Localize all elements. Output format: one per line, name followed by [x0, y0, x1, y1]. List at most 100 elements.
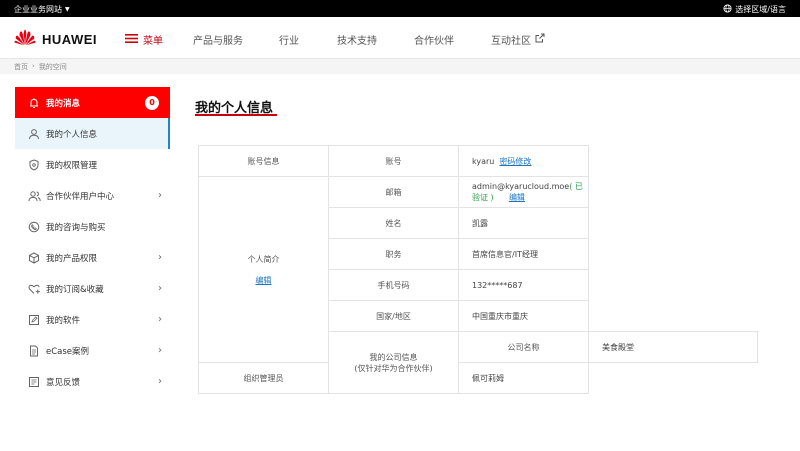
sidebar-item-personal-info[interactable]: 我的个人信息	[15, 118, 170, 149]
region-label: 选择区域/语言	[735, 5, 786, 14]
sidebar-item-software[interactable]: 我的软件 ›	[15, 304, 170, 335]
account-value: kyaru	[472, 156, 495, 166]
edit-profile-link[interactable]: 编辑	[199, 275, 328, 286]
sidebar-item-partner-users[interactable]: 合作伙伴用户中心 ›	[15, 180, 170, 211]
phone-label: 手机号码	[328, 269, 459, 301]
nav-community[interactable]: 互动社区	[491, 32, 545, 47]
sidebar-item-feedback[interactable]: 意见反馈 ›	[15, 366, 170, 397]
company-name-value: 美食殿堂	[588, 331, 758, 363]
sidebar-item-label: 我的个人信息	[46, 129, 98, 140]
sidebar-item-messages[interactable]: 我的消息 0	[15, 87, 170, 118]
heart-plus-icon	[27, 282, 41, 296]
email-value-cell: admin@kyarucloud.moe( 已验证 ) 编辑	[458, 176, 589, 208]
region-language-selector[interactable]: 选择区域/语言	[723, 4, 786, 15]
sidebar-item-label: 我的软件	[46, 315, 81, 326]
email-label: 邮箱	[328, 176, 459, 208]
table-row: 个人简介 编辑 邮箱 admin@kyarucloud.moe( 已验证 ) 编…	[198, 176, 758, 363]
email-value: admin@kyarucloud.moe	[472, 182, 570, 191]
bell-icon	[27, 96, 41, 110]
breadcrumb-bar: 首页 › 我的空间	[0, 59, 800, 74]
nav-industries[interactable]: 行业	[279, 32, 337, 47]
huawei-logo[interactable]: HUAWEI	[14, 29, 97, 50]
table-row: 账号信息 账号 kyaru 密码修改	[198, 145, 758, 177]
chevron-right-icon: ›	[158, 190, 162, 201]
feedback-icon	[27, 375, 41, 389]
chevron-down-icon: ▼	[65, 6, 70, 13]
chevron-right-icon: ›	[158, 376, 162, 387]
hamburger-icon	[125, 33, 138, 46]
nav-products-services[interactable]: 产品与服务	[193, 32, 279, 47]
org-admin-value: 佩可莉姆	[458, 362, 589, 394]
org-admin-label: 组织管理员	[198, 362, 329, 394]
personal-info-table: 账号信息 账号 kyaru 密码修改 个人简介 编辑 邮箱 admin@kyar…	[198, 145, 758, 394]
chevron-right-icon: ›	[32, 62, 35, 70]
name-label: 姓名	[328, 207, 459, 239]
company-section-title: 我的公司信息	[369, 352, 418, 362]
sidebar-item-label: 我的权限管理	[46, 160, 98, 171]
breadcrumb: 首页 › 我的空间	[14, 62, 67, 72]
partner-users-icon	[27, 189, 41, 203]
sidebar-item-ecase[interactable]: eCase案例 ›	[15, 335, 170, 366]
company-name-label: 公司名称	[458, 331, 589, 363]
globe-icon	[723, 4, 732, 15]
shield-icon	[27, 158, 41, 172]
message-count-badge: 0	[145, 96, 159, 110]
sidebar-item-product-permissions[interactable]: 我的产品权限 ›	[15, 242, 170, 273]
chevron-right-icon: ›	[158, 345, 162, 356]
account-label: 账号	[328, 145, 459, 177]
document-icon	[27, 344, 41, 358]
account-section-title: 账号信息	[198, 145, 329, 177]
sidebar-item-label: 我的订阅&收藏	[46, 284, 104, 295]
change-password-link[interactable]: 密码修改	[499, 157, 531, 166]
personal-section-cell: 个人简介 编辑	[198, 176, 329, 363]
top-bar: 企业业务网站 ▼ 选择区域/语言	[0, 0, 800, 17]
sidebar: 我的消息 0 我的个人信息 我的权限管理 合作伙伴用户中心 › 我的咨询与购买 …	[15, 87, 170, 397]
sidebar-item-consult-purchase[interactable]: 我的咨询与购买	[15, 211, 170, 242]
edit-icon	[27, 313, 41, 327]
personal-section-title: 个人简介	[247, 254, 280, 264]
external-link-icon	[535, 33, 545, 46]
sidebar-item-label: eCase案例	[46, 346, 90, 357]
title-underline	[195, 114, 277, 116]
sidebar-item-label: 我的消息	[46, 98, 81, 109]
position-value: 首席信息官/IT经理	[458, 238, 589, 270]
sidebar-item-label: 我的产品权限	[46, 253, 98, 264]
region-label: 国家/地区	[328, 300, 459, 332]
table-row: 组织管理员 佩可莉姆	[198, 362, 758, 394]
name-value: 凯露	[458, 207, 589, 239]
main-nav: 产品与服务 行业 技术支持 合作伙伴 互动社区	[193, 32, 545, 47]
account-value-cell: kyaru 密码修改	[458, 145, 589, 177]
region-value: 中国重庆市重庆	[458, 300, 589, 332]
nav-label: 产品与服务	[193, 36, 243, 47]
chevron-right-icon: ›	[158, 252, 162, 263]
edit-email-link[interactable]: 编辑	[509, 193, 525, 202]
chevron-right-icon: ›	[158, 314, 162, 325]
position-label: 职务	[328, 238, 459, 270]
main-header: HUAWEI 菜单 产品与服务 行业 技术支持 合作伙伴 互动社区	[0, 17, 800, 59]
chevron-right-icon: ›	[158, 283, 162, 294]
brand-name: HUAWEI	[42, 32, 97, 47]
sidebar-item-subscriptions[interactable]: 我的订阅&收藏 ›	[15, 273, 170, 304]
menu-button[interactable]: 菜单	[125, 32, 163, 47]
user-icon	[27, 127, 41, 141]
sidebar-item-label: 合作伙伴用户中心	[46, 191, 115, 202]
nav-label: 合作伙伴	[414, 36, 454, 47]
cube-icon	[27, 251, 41, 265]
sidebar-item-label: 我的咨询与购买	[46, 222, 106, 233]
nav-label: 互动社区	[491, 36, 531, 47]
menu-label: 菜单	[143, 36, 163, 47]
enterprise-site-dropdown[interactable]: 企业业务网站 ▼	[14, 4, 70, 15]
sidebar-item-label: 意见反馈	[46, 377, 81, 388]
nav-tech-support[interactable]: 技术支持	[337, 32, 414, 47]
nav-label: 技术支持	[337, 36, 377, 47]
phone-value: 132*****687	[458, 269, 589, 301]
nav-partners[interactable]: 合作伙伴	[414, 32, 491, 47]
nav-label: 行业	[279, 36, 299, 47]
company-section-subtitle: (仅针对华为合作伙伴)	[354, 363, 433, 373]
phone-icon	[27, 220, 41, 234]
breadcrumb-current: 我的空间	[38, 63, 67, 71]
breadcrumb-home[interactable]: 首页	[14, 62, 28, 72]
site-label: 企业业务网站	[14, 5, 62, 14]
company-section-cell: 我的公司信息 (仅针对华为合作伙伴)	[328, 331, 459, 394]
sidebar-item-permissions[interactable]: 我的权限管理	[15, 149, 170, 180]
